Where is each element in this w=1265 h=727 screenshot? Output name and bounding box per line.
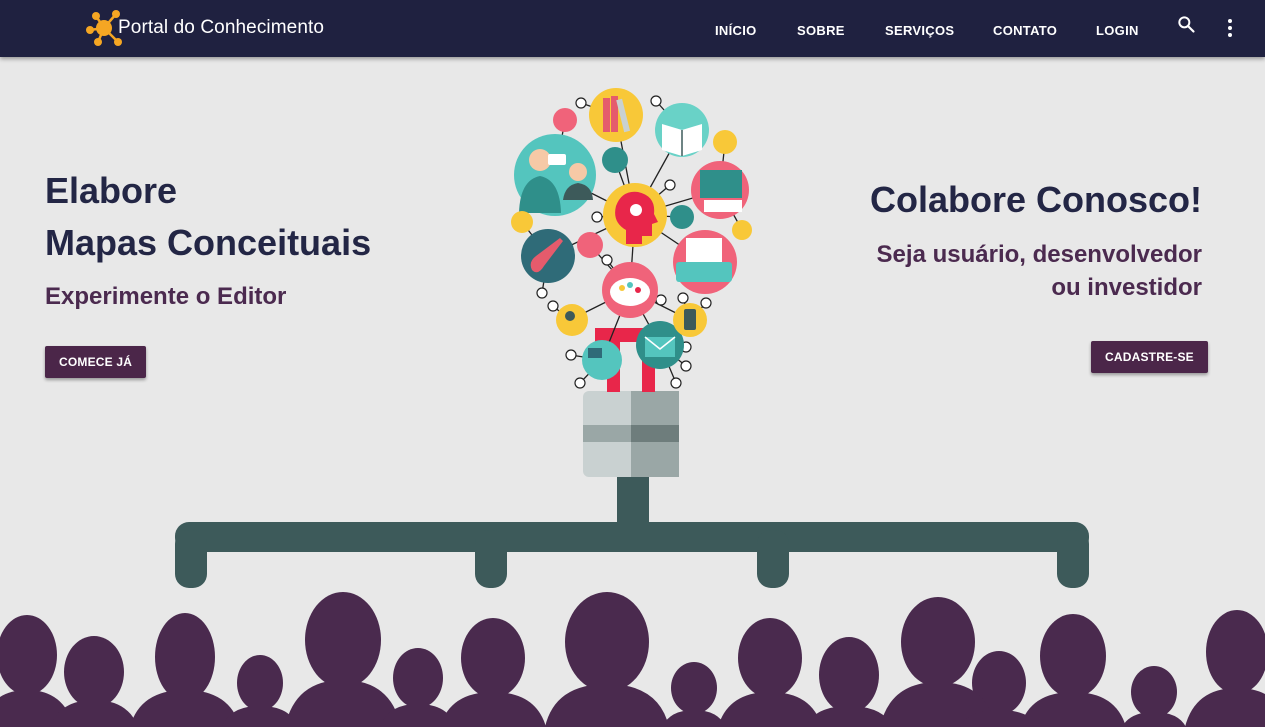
nav-contato[interactable]: CONTATO (993, 23, 1057, 38)
hero-subtitle: Experimente o Editor (45, 283, 287, 310)
branch-connector (175, 470, 1089, 588)
start-now-button[interactable]: COMECE JÁ (45, 346, 147, 378)
nav-sobre[interactable]: SOBRE (797, 23, 845, 38)
nav-inicio[interactable]: INÍCIO (715, 23, 757, 38)
brand-link[interactable]: Portal do Conhecimento (82, 4, 324, 52)
collaborate-subtitle-line-2: ou investidor (1051, 274, 1202, 301)
audience-crowd (0, 592, 1265, 727)
hero-title-line-1: Elabore (45, 170, 178, 211)
hero-left: Elabore Mapas Conceituais Experimente o … (45, 165, 371, 311)
collaborate-subtitle-line-1: Seja usuário, desenvolvedor (876, 241, 1202, 268)
brand-name: Portal do Conhecimento (118, 17, 325, 38)
nav-servicos[interactable]: SERVIÇOS (885, 23, 954, 38)
bulb-base (583, 391, 679, 477)
top-app-bar: Portal do Conhecimento INÍCIO SOBRE SERV… (0, 0, 1265, 57)
collaborate-title: Colabore Conosco! (869, 179, 1202, 220)
nav-login[interactable]: LOGIN (1096, 23, 1139, 38)
sign-up-button[interactable]: CADASTRE-SE (1091, 341, 1208, 373)
search-icon[interactable] (1176, 14, 1196, 39)
more-vert-icon[interactable] (1220, 17, 1240, 44)
hero-right: Colabore Conosco! Seja usuário, desenvol… (870, 178, 1202, 304)
knowledge-tree-illustration (0, 88, 1265, 727)
hero-title-line-2: Mapas Conceituais (45, 222, 372, 263)
